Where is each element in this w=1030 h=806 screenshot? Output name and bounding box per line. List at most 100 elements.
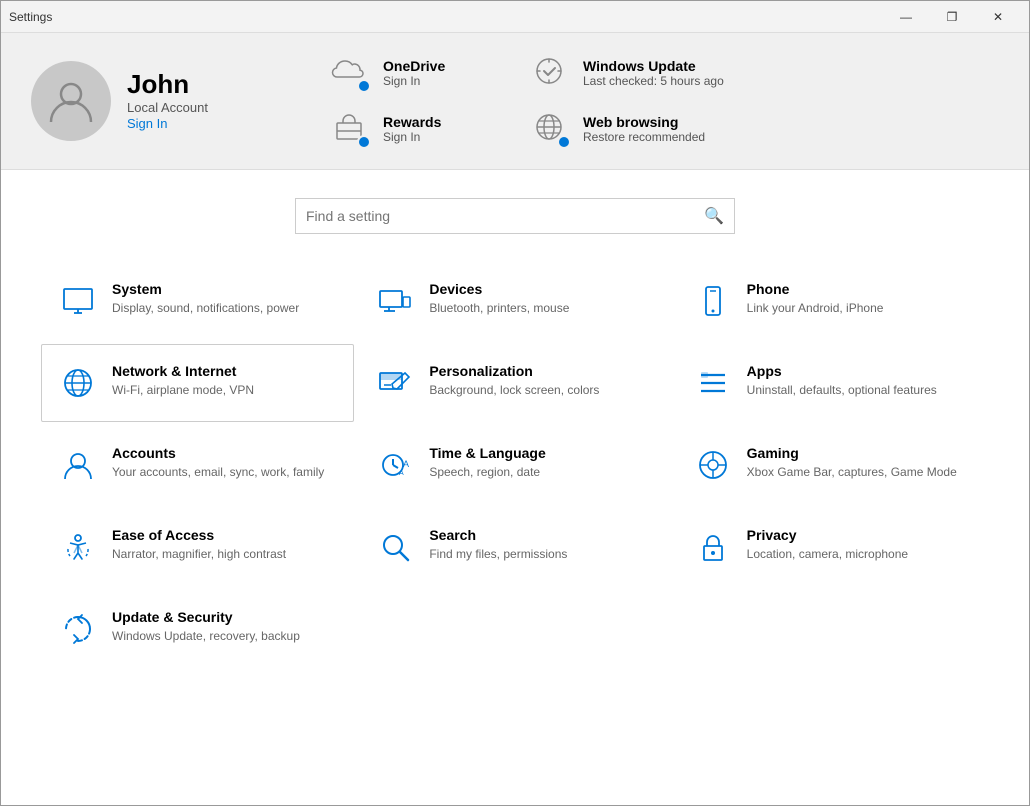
onedrive-text: OneDrive Sign In [383, 58, 445, 88]
gaming-icon [693, 445, 733, 485]
avatar [31, 61, 111, 141]
user-account-type: Local Account [127, 100, 208, 115]
web-browsing-icon [531, 109, 571, 149]
service-column-2: Windows Update Last checked: 5 hours ago [531, 53, 724, 149]
devices-title: Devices [429, 281, 569, 297]
windows-update-sub: Last checked: 5 hours ago [583, 74, 724, 88]
personalization-icon [375, 363, 415, 403]
web-browsing-name: Web browsing [583, 114, 705, 130]
setting-item-system[interactable]: System Display, sound, notifications, pow… [41, 262, 354, 340]
update-security-title: Update & Security [112, 609, 300, 625]
system-text: System Display, sound, notifications, pow… [112, 281, 299, 317]
search-icon: 🔍 [704, 206, 724, 226]
setting-item-apps[interactable]: Apps Uninstall, defaults, optional featur… [676, 344, 989, 422]
rewards-dot [357, 135, 371, 149]
system-desc: Display, sound, notifications, power [112, 300, 299, 317]
user-details: John Local Account Sign In [127, 69, 208, 133]
network-desc: Wi-Fi, airplane mode, VPN [112, 382, 254, 399]
settings-grid: System Display, sound, notifications, pow… [1, 262, 1029, 668]
rewards-name: Rewards [383, 114, 441, 130]
phone-title: Phone [747, 281, 884, 297]
setting-item-time-language[interactable]: A A Time & Language Speech, region, date [358, 426, 671, 504]
search-icon [375, 527, 415, 567]
svg-text:A: A [399, 470, 404, 477]
apps-title: Apps [747, 363, 937, 379]
setting-item-accounts[interactable]: AccountsYour accounts, email, sync, work… [41, 426, 354, 504]
setting-item-phone[interactable]: Phone Link your Android, iPhone [676, 262, 989, 340]
user-name: John [127, 69, 208, 100]
setting-item-devices[interactable]: Devices Bluetooth, printers, mouse [358, 262, 671, 340]
system-title: System [112, 281, 299, 297]
setting-item-ease-of-access[interactable]: Ease of AccessNarrator, magnifier, high … [41, 508, 354, 586]
privacy-icon [693, 527, 733, 567]
rewards-text: Rewards Sign In [383, 114, 441, 144]
time-language-title: Time & Language [429, 445, 545, 461]
apps-desc: Uninstall, defaults, optional features [747, 382, 937, 399]
personalization-text: PersonalizationBackground, lock screen, … [429, 363, 599, 399]
minimize-button[interactable]: — [883, 1, 929, 33]
personalization-desc: Background, lock screen, colors [429, 382, 599, 399]
windows-update-name: Windows Update [583, 58, 724, 74]
network-title: Network & Internet [112, 363, 254, 379]
search-input[interactable] [306, 208, 696, 224]
rewards-sub: Sign In [383, 130, 441, 144]
phone-desc: Link your Android, iPhone [747, 300, 884, 317]
time-language-desc: Speech, region, date [429, 464, 545, 481]
service-windows-update[interactable]: Windows Update Last checked: 5 hours ago [531, 53, 724, 93]
gaming-text: GamingXbox Game Bar, captures, Game Mode [747, 445, 957, 481]
service-column-1: OneDrive Sign In Rewards Sign In [331, 53, 511, 149]
sign-in-link[interactable]: Sign In [127, 116, 167, 131]
accounts-title: Accounts [112, 445, 324, 461]
user-info: John Local Account Sign In [31, 61, 291, 141]
setting-item-gaming[interactable]: GamingXbox Game Bar, captures, Game Mode [676, 426, 989, 504]
service-web-browsing[interactable]: Web browsing Restore recommended [531, 109, 724, 149]
update-security-text: Update & Security Windows Update, recover… [112, 609, 300, 645]
service-onedrive[interactable]: OneDrive Sign In [331, 53, 511, 93]
onedrive-sub: Sign In [383, 74, 445, 88]
devices-text: Devices Bluetooth, printers, mouse [429, 281, 569, 317]
app-title: Settings [9, 10, 52, 24]
rewards-icon [331, 109, 371, 149]
accounts-icon [58, 445, 98, 485]
devices-icon [375, 281, 415, 321]
network-text: Network & Internet Wi-Fi, airplane mode, … [112, 363, 254, 399]
setting-item-search[interactable]: SearchFind my files, permissions [358, 508, 671, 586]
phone-text: Phone Link your Android, iPhone [747, 281, 884, 317]
web-browsing-dot [557, 135, 571, 149]
search-section: 🔍 [1, 170, 1029, 262]
privacy-title: Privacy [747, 527, 908, 543]
search-desc: Find my files, permissions [429, 546, 567, 563]
onedrive-icon [331, 53, 371, 93]
gaming-title: Gaming [747, 445, 957, 461]
close-button[interactable]: ✕ [975, 1, 1021, 33]
web-browsing-text: Web browsing Restore recommended [583, 114, 705, 144]
ease-of-access-desc: Narrator, magnifier, high contrast [112, 546, 286, 563]
ease-of-access-icon [58, 527, 98, 567]
maximize-button[interactable]: ❐ [929, 1, 975, 33]
header-services: OneDrive Sign In Rewards Sign In [331, 53, 999, 149]
windows-update-text: Windows Update Last checked: 5 hours ago [583, 58, 724, 88]
privacy-text: Privacy Location, camera, microphone [747, 527, 908, 563]
update-security-icon [58, 609, 98, 649]
devices-desc: Bluetooth, printers, mouse [429, 300, 569, 317]
setting-item-update-security[interactable]: Update & Security Windows Update, recover… [41, 590, 354, 668]
onedrive-dot [357, 79, 371, 93]
time-language-text: Time & Language Speech, region, date [429, 445, 545, 481]
time-language-icon: A A [375, 445, 415, 485]
accounts-text: AccountsYour accounts, email, sync, work… [112, 445, 324, 481]
header-section: John Local Account Sign In OneDrive Sign… [1, 33, 1029, 170]
apps-icon [693, 363, 733, 403]
setting-item-network[interactable]: Network & Internet Wi-Fi, airplane mode, … [41, 344, 354, 422]
network-icon [58, 363, 98, 403]
privacy-desc: Location, camera, microphone [747, 546, 908, 563]
setting-item-privacy[interactable]: Privacy Location, camera, microphone [676, 508, 989, 586]
windows-update-icon [531, 53, 571, 93]
system-icon [58, 281, 98, 321]
title-bar: Settings — ❐ ✕ [1, 1, 1029, 33]
update-security-desc: Windows Update, recovery, backup [112, 628, 300, 645]
service-rewards[interactable]: Rewards Sign In [331, 109, 511, 149]
phone-icon [693, 281, 733, 321]
search-box[interactable]: 🔍 [295, 198, 735, 234]
web-browsing-sub: Restore recommended [583, 130, 705, 144]
setting-item-personalization[interactable]: PersonalizationBackground, lock screen, … [358, 344, 671, 422]
